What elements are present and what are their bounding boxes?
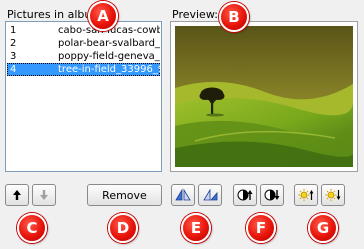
flip-horizontal-icon xyxy=(175,188,191,201)
move-up-button[interactable] xyxy=(5,184,29,206)
callout-c: C xyxy=(17,213,47,243)
contrast-down-icon xyxy=(264,189,280,201)
arrow-up-icon xyxy=(13,190,21,200)
list-item-number: 2 xyxy=(10,38,17,49)
callout-d: D xyxy=(108,213,138,243)
arrow-down-icon xyxy=(40,190,48,200)
flip-vertical-icon xyxy=(203,188,218,201)
callout-b: B xyxy=(219,2,249,32)
list-item-number: 3 xyxy=(10,51,17,62)
flip-horizontal-button[interactable] xyxy=(171,184,195,206)
list-item-filename: polar-bear-svalbard_ xyxy=(58,38,160,49)
list-item-selected[interactable]: 4 tree-in-field_33996_9 xyxy=(7,63,160,76)
move-down-button[interactable] xyxy=(32,184,56,206)
remove-button[interactable]: Remove xyxy=(87,184,162,206)
album-picture-list[interactable]: 1 cabo-san-lucas-cowbo 2 polar-bear-sval… xyxy=(5,21,162,172)
callout-f: F xyxy=(246,213,276,243)
brightness-down-icon xyxy=(325,189,341,201)
callout-a: A xyxy=(88,1,118,31)
callout-e: E xyxy=(181,213,211,243)
contrast-down-button[interactable] xyxy=(260,184,284,206)
list-item[interactable]: 2 polar-bear-svalbard_ xyxy=(7,37,160,50)
contrast-up-icon xyxy=(237,189,253,201)
list-item-number: 1 xyxy=(10,25,17,36)
preview-image xyxy=(175,26,353,167)
list-item[interactable]: 1 cabo-san-lucas-cowbo xyxy=(7,24,160,37)
preview-label: Preview: xyxy=(172,8,218,21)
callout-g: G xyxy=(308,213,338,243)
flip-vertical-button[interactable] xyxy=(198,184,222,206)
preview-panel xyxy=(170,21,358,172)
list-item-filename: poppy-field-geneva_ xyxy=(58,51,160,62)
contrast-up-button[interactable] xyxy=(233,184,257,206)
list-item-filename: tree-in-field_33996_9 xyxy=(58,64,160,75)
brightness-down-button[interactable] xyxy=(321,184,345,206)
list-item-number: 4 xyxy=(10,64,17,75)
brightness-up-button[interactable] xyxy=(294,184,318,206)
brightness-up-icon xyxy=(298,189,314,201)
list-item[interactable]: 3 poppy-field-geneva_ xyxy=(7,50,160,63)
